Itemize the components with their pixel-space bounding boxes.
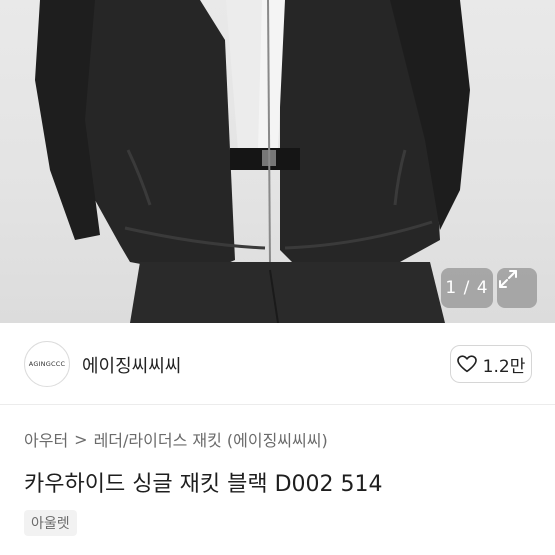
- outlet-tag[interactable]: 아울렛: [24, 510, 77, 536]
- breadcrumb-category[interactable]: 아우터: [24, 427, 68, 451]
- breadcrumb-separator: >: [74, 429, 88, 449]
- product-title: 카우하이드 싱글 재킷 블랙 D002 514: [24, 472, 383, 497]
- product-photo[interactable]: 1 / 4: [0, 0, 555, 323]
- seller-name[interactable]: 에이징씨씨씨: [82, 352, 181, 378]
- expand-image-button[interactable]: [497, 268, 537, 308]
- breadcrumb: 아우터 > 레더/라이더스 재킷 (에이징씨씨씨): [24, 427, 328, 451]
- like-button[interactable]: 1.2만: [450, 345, 532, 383]
- image-counter: 1 / 4: [441, 268, 493, 308]
- heart-icon: [456, 355, 477, 373]
- like-count: 1.2만: [482, 356, 526, 377]
- expand-arrows-icon: [499, 270, 517, 288]
- seller-avatar-text: AGINGCCC: [28, 360, 66, 368]
- seller-avatar[interactable]: AGINGCCC: [24, 341, 70, 387]
- seller-row: AGINGCCC 에이징씨씨씨 1.2만: [0, 323, 555, 405]
- breadcrumb-subcategory[interactable]: 레더/라이더스 재킷 (에이징씨씨씨): [94, 427, 328, 451]
